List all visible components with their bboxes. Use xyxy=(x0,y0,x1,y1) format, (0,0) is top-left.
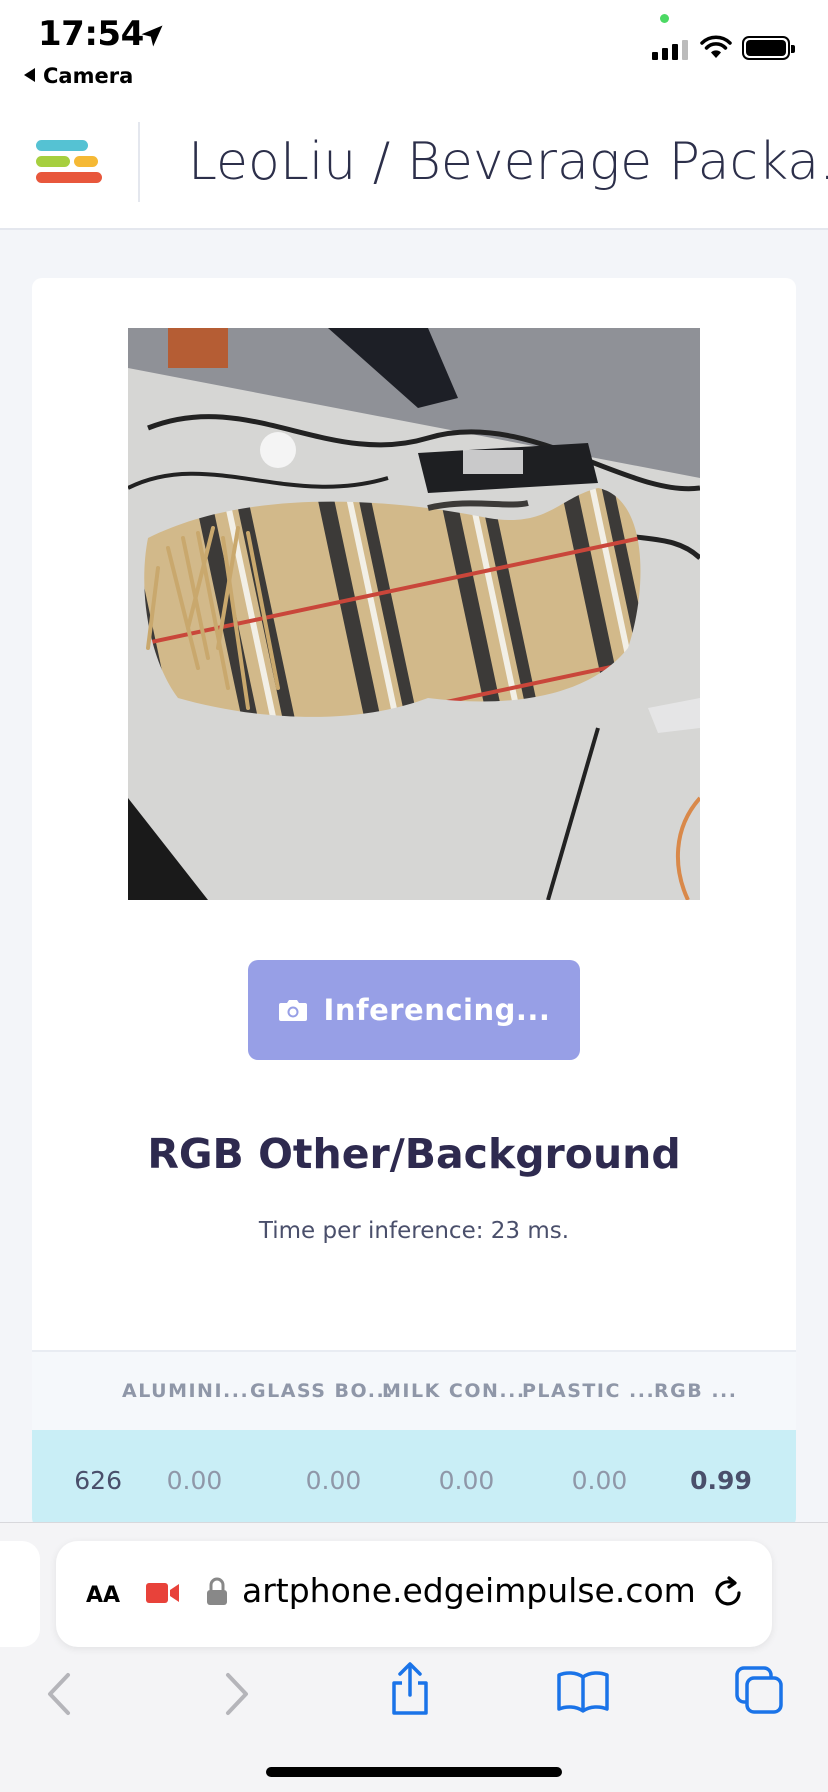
cell-plastic: 0.00 xyxy=(571,1465,628,1495)
back-to-app-link[interactable]: Camera xyxy=(24,64,133,88)
reload-icon[interactable] xyxy=(710,1575,746,1611)
aa-label: AA xyxy=(86,1583,121,1608)
wifi-icon xyxy=(700,35,732,58)
cellular-signal-icon xyxy=(652,40,688,60)
battery-icon xyxy=(742,36,795,60)
scarf-photo-illustration xyxy=(128,328,700,900)
tabs-icon[interactable] xyxy=(734,1665,784,1715)
table-row: 626 0.00 0.00 0.00 0.00 0.99 xyxy=(32,1430,796,1528)
header-divider xyxy=(138,122,140,202)
camera-in-use-indicator xyxy=(660,14,669,23)
classification-result: RGB Other/Background xyxy=(147,1130,681,1178)
share-icon[interactable] xyxy=(388,1661,432,1717)
column-header-plastic: PLASTIC ... xyxy=(522,1380,656,1402)
address-bar[interactable]: AA artphone.edgeimpulse.com xyxy=(56,1541,772,1647)
forward-chevron-icon[interactable] xyxy=(222,1671,252,1717)
url-text[interactable]: artphone.edgeimpulse.com xyxy=(242,1571,720,1610)
cell-milk-container: 0.00 xyxy=(438,1465,495,1495)
bookmarks-icon[interactable] xyxy=(556,1669,610,1713)
project-title: LeoLiu / Beverage Packa... xyxy=(188,132,828,192)
column-header-aluminium: ALUMINI... xyxy=(122,1380,250,1402)
cell-aluminium: 0.00 xyxy=(166,1465,223,1495)
camera-in-use-icon[interactable] xyxy=(146,1581,180,1605)
inferencing-button-label: Inferencing... xyxy=(323,993,551,1027)
column-header-milk-container: MILK CON... xyxy=(382,1380,526,1402)
home-indicator[interactable] xyxy=(266,1767,562,1777)
results-table-header: ALUMINI... GLASS BO... MILK CON... PLAST… xyxy=(32,1350,796,1430)
camera-preview-image xyxy=(128,328,700,900)
cell-rgb: 0.99 xyxy=(690,1465,752,1495)
column-header-glass-bottle: GLASS BO... xyxy=(250,1380,394,1402)
edge-impulse-logo-icon[interactable] xyxy=(36,138,104,188)
browser-toolbar xyxy=(0,1655,828,1745)
location-arrow-icon xyxy=(141,25,163,47)
back-triangle-icon xyxy=(24,68,35,82)
status-bar: 17:54 Camera xyxy=(0,0,828,100)
lock-icon xyxy=(207,1577,227,1605)
reader-settings-button[interactable]: AA xyxy=(86,1575,120,1610)
camera-icon xyxy=(278,1000,307,1021)
row-timestamp: 626 xyxy=(74,1465,122,1495)
browser-bottom-bar: AA artphone.edgeimpulse.com xyxy=(0,1522,828,1792)
time-per-inference: Time per inference: 23 ms. xyxy=(258,1218,570,1244)
app-header: LeoLiu / Beverage Packa... xyxy=(0,100,828,230)
inferencing-button[interactable]: Inferencing... xyxy=(248,960,580,1060)
cell-glass-bottle: 0.00 xyxy=(305,1465,362,1495)
previous-tab-peek[interactable] xyxy=(0,1541,40,1647)
inference-card: Inferencing... RGB Other/Background Time… xyxy=(32,278,796,1528)
column-header-rgb: RGB ... xyxy=(654,1380,738,1402)
status-time: 17:54 xyxy=(38,14,144,54)
back-app-label: Camera xyxy=(43,64,134,88)
back-chevron-icon[interactable] xyxy=(44,1671,74,1717)
